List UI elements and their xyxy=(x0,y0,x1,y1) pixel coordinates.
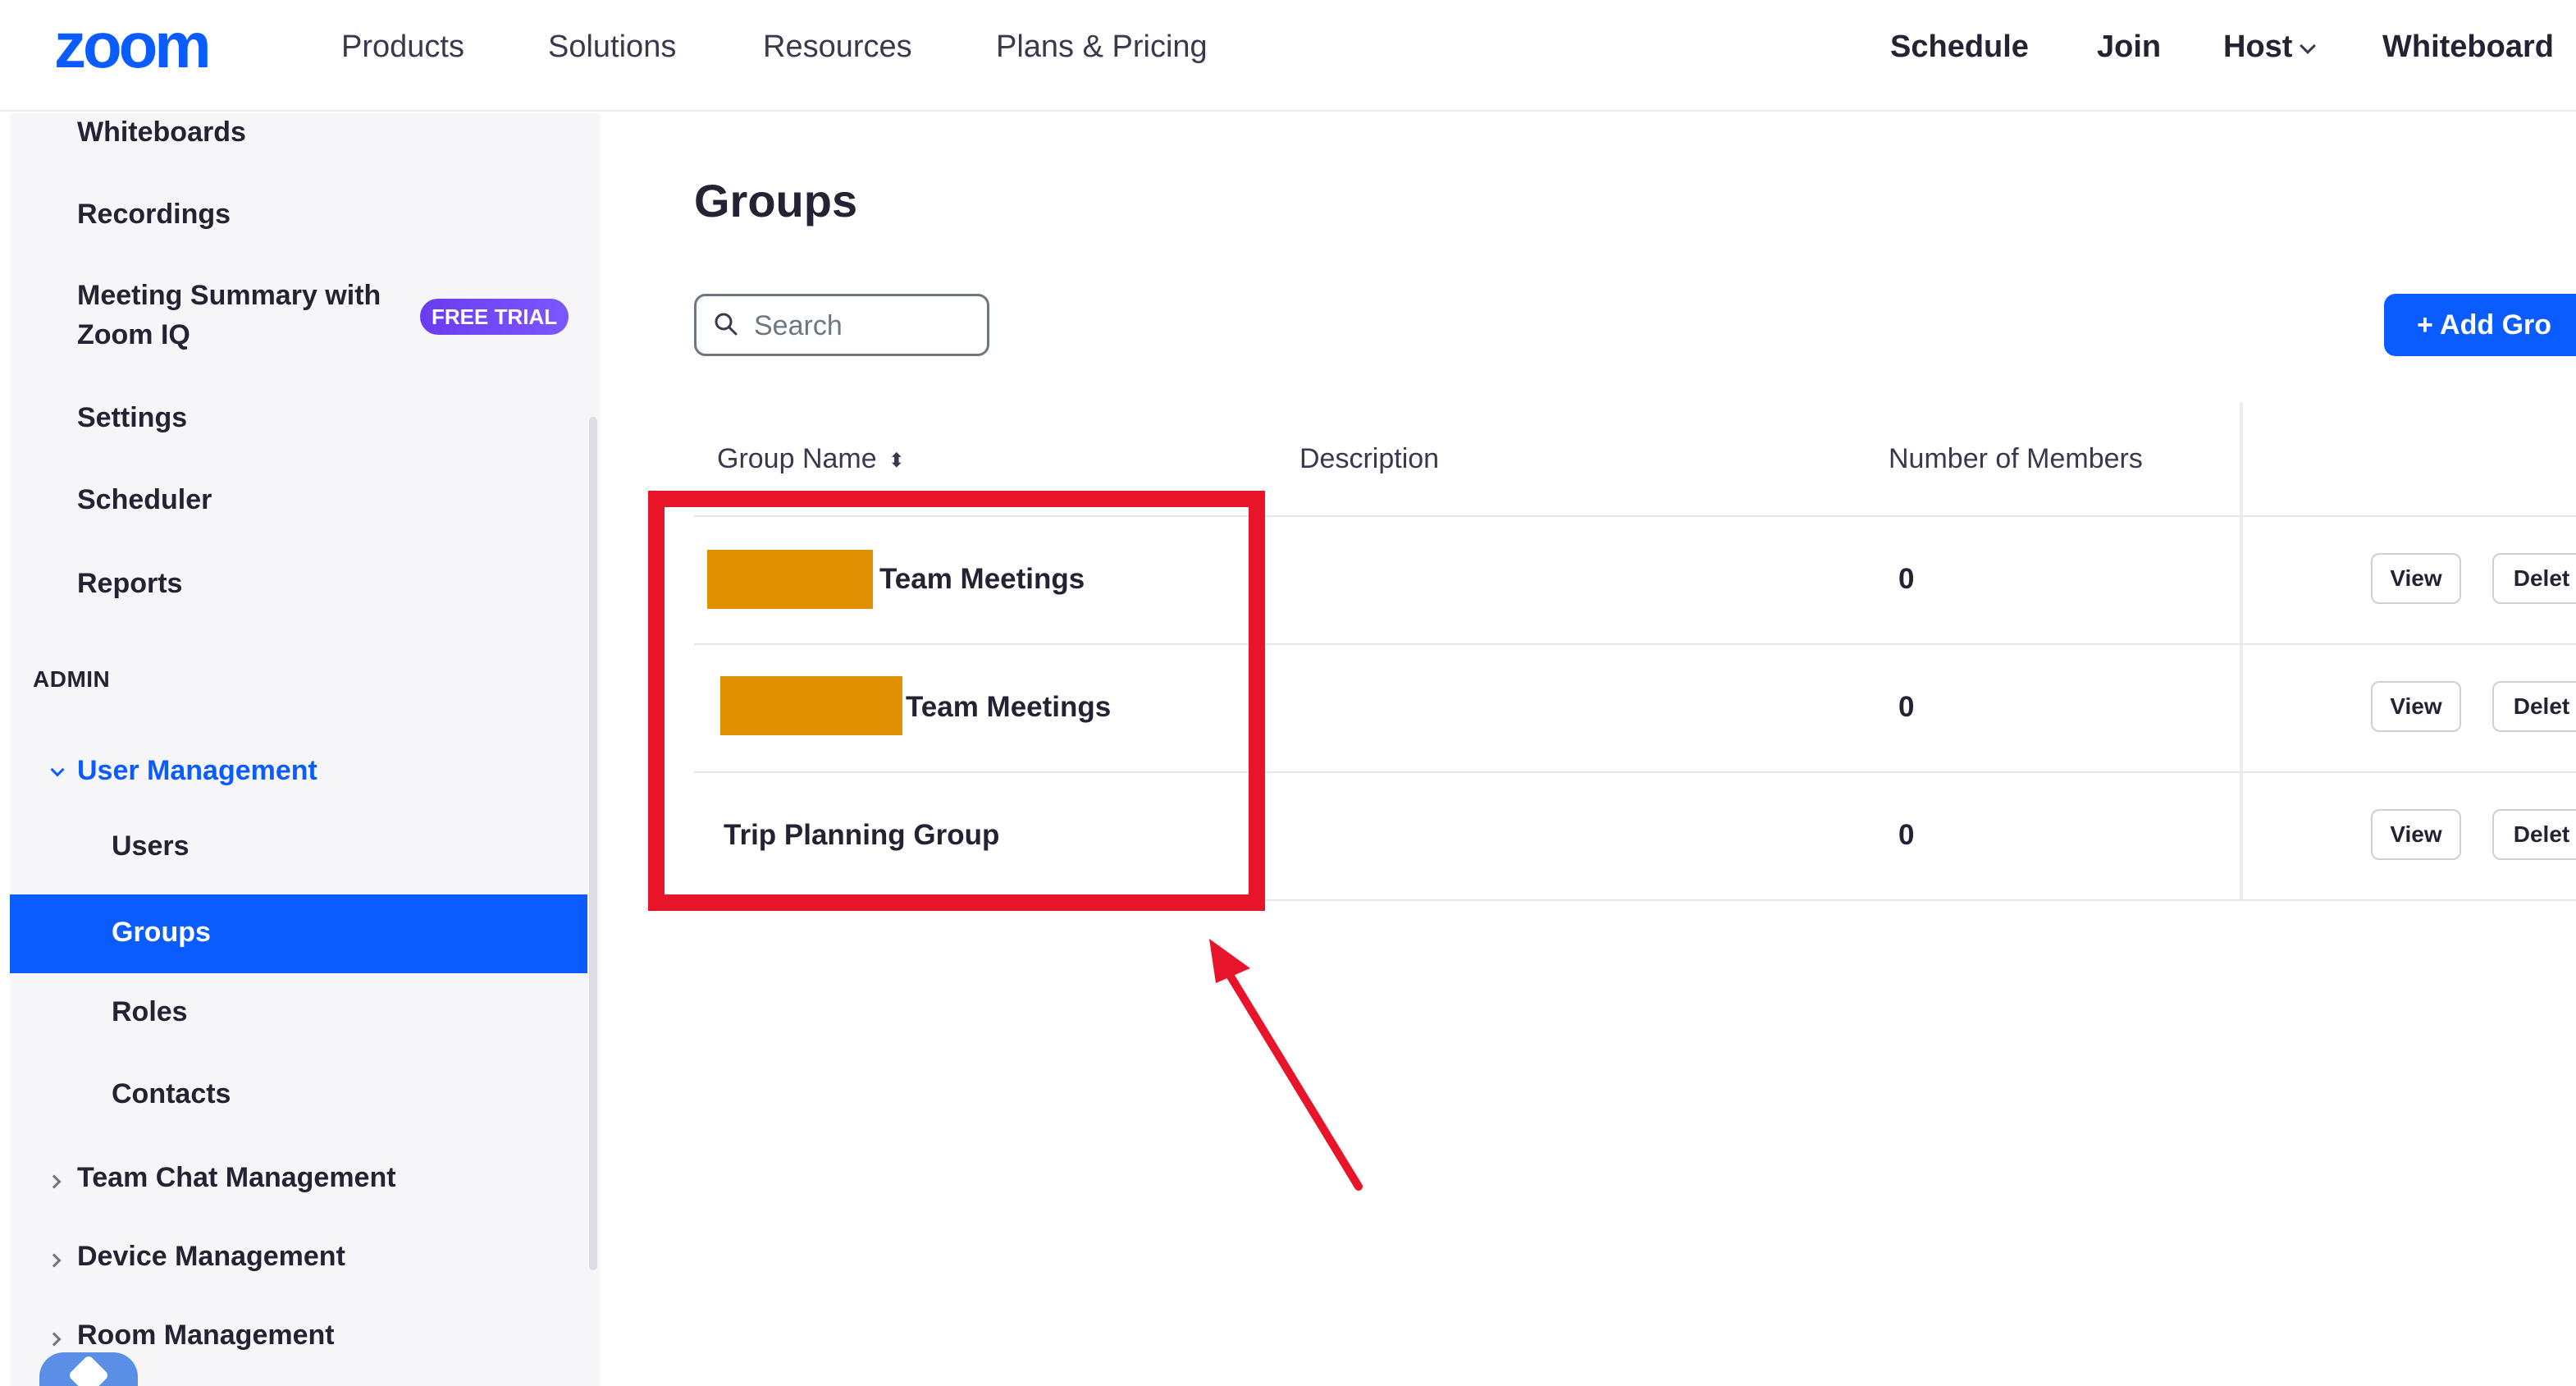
annotation-arrow-icon xyxy=(1209,939,1363,1191)
page-title: Groups xyxy=(694,175,858,226)
sidebar-item-groups[interactable]: Groups xyxy=(10,894,587,973)
sidebar-item-reports[interactable]: Reports xyxy=(77,565,182,604)
sidebar-item-recordings[interactable]: Recordings xyxy=(77,195,231,235)
delete-button[interactable]: Delet xyxy=(2492,553,2576,604)
sort-icon[interactable]: ⬍ xyxy=(888,449,905,473)
top-navigation: zoom Products Solutions Resources Plans … xyxy=(0,0,2576,112)
sidebar-item-meeting-summary-line2: Zoom IQ xyxy=(77,319,190,350)
sidebar-item-settings[interactable]: Settings xyxy=(77,399,187,438)
members-count-cell: 0 xyxy=(1898,819,1915,851)
column-divider xyxy=(2240,402,2243,899)
sidebar-item-room-management[interactable]: Room Management xyxy=(77,1316,335,1356)
nav-products[interactable]: Products xyxy=(341,31,464,62)
search-icon xyxy=(715,313,738,336)
column-header-description: Description xyxy=(1299,443,1440,474)
column-header-group-name-label: Group Name xyxy=(717,443,877,474)
sidebar-item-team-chat-management[interactable]: Team Chat Management xyxy=(77,1159,396,1198)
zoom-logo[interactable]: zoom xyxy=(54,13,212,77)
sidebar-item-meeting-summary-line1: Meeting Summary with xyxy=(77,280,381,311)
sidebar: Whiteboards Recordings Meeting Summary w… xyxy=(10,113,601,1386)
help-widget-icon[interactable] xyxy=(39,1352,138,1386)
members-count-cell: 0 xyxy=(1898,563,1915,595)
view-button[interactable]: View xyxy=(2371,553,2461,604)
nav-whiteboard[interactable]: Whiteboard xyxy=(2382,31,2554,62)
nav-host-label: Host xyxy=(2223,30,2293,64)
members-count-cell: 0 xyxy=(1898,691,1915,723)
search-field[interactable] xyxy=(694,294,989,356)
chevron-right-icon xyxy=(47,1174,62,1189)
sidebar-item-whiteboards[interactable]: Whiteboards xyxy=(77,113,246,153)
chevron-down-icon xyxy=(50,762,65,777)
nav-solutions[interactable]: Solutions xyxy=(548,31,676,62)
nav-schedule[interactable]: Schedule xyxy=(1890,31,2029,62)
column-header-members: Number of Members xyxy=(1889,443,2143,474)
nav-host-menu[interactable]: Host xyxy=(2223,30,2317,64)
admin-section-heading: ADMIN xyxy=(33,666,111,692)
nav-resources[interactable]: Resources xyxy=(763,31,912,62)
sidebar-item-roles[interactable]: Roles xyxy=(112,993,188,1032)
nav-plans-pricing[interactable]: Plans & Pricing xyxy=(996,31,1208,62)
search-input[interactable] xyxy=(754,306,975,345)
sidebar-item-groups-label: Groups xyxy=(112,917,211,948)
view-button[interactable]: View xyxy=(2371,681,2461,732)
nav-join[interactable]: Join xyxy=(2097,31,2161,62)
sidebar-item-device-management[interactable]: Device Management xyxy=(77,1237,345,1277)
sidebar-item-user-management[interactable]: User Management xyxy=(77,752,317,791)
sidebar-item-users[interactable]: Users xyxy=(112,827,190,867)
sidebar-item-contacts[interactable]: Contacts xyxy=(112,1075,231,1114)
delete-button[interactable]: Delet xyxy=(2492,681,2576,732)
column-header-group-name[interactable]: Group Name ⬍ xyxy=(717,443,905,475)
chevron-right-icon xyxy=(47,1253,62,1268)
view-button[interactable]: View xyxy=(2371,809,2461,860)
sidebar-item-meeting-summary[interactable]: Meeting Summary with Zoom IQ xyxy=(77,276,405,355)
delete-button[interactable]: Delet xyxy=(2492,809,2576,860)
add-group-button[interactable]: + Add Gro xyxy=(2384,294,2576,356)
sidebar-scrollbar[interactable] xyxy=(589,417,597,1270)
free-trial-badge: FREE TRIAL xyxy=(420,299,569,335)
chevron-down-icon xyxy=(2300,38,2317,54)
annotation-highlight-box xyxy=(648,491,1265,911)
sidebar-item-scheduler[interactable]: Scheduler xyxy=(77,481,212,520)
chevron-right-icon xyxy=(47,1332,62,1347)
